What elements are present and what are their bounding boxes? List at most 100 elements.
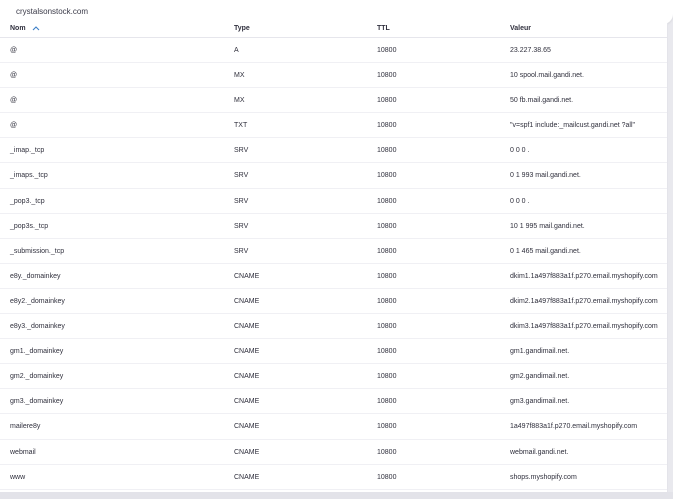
record-name: _imap._tcp <box>10 147 45 155</box>
record-ttl: 10800 <box>377 423 397 431</box>
record-type: CNAME <box>234 448 260 456</box>
record-name: mailere8y <box>10 423 41 431</box>
column-header-type[interactable]: Type <box>234 25 250 32</box>
record-ttl: 10800 <box>377 297 397 305</box>
record-value: 0 1 993 mail.gandi.net. <box>510 172 581 180</box>
table-row[interactable]: _pop3s._tcp SRV 10800 10 1 995 mail.gandi.n… <box>0 214 667 239</box>
record-ttl: 10800 <box>377 222 397 230</box>
record-name: e8y2._domainkey <box>10 297 65 305</box>
column-header-value[interactable]: Valeur <box>510 25 531 32</box>
record-name: _pop3s._tcp <box>10 222 49 230</box>
record-ttl: 10800 <box>377 247 397 255</box>
table-row[interactable]: _submission._tcp SRV 10800 0 1 465 mail.gan… <box>0 239 667 264</box>
record-value: gm3.gandimail.net. <box>510 398 570 406</box>
record-value: dkim3.1a497f883a1f.p270.email.myshopify.… <box>510 323 658 331</box>
table-row[interactable]: @ MX 10800 10 spool.mail.gandi.net. <box>0 63 667 89</box>
record-value: 23.227.38.65 <box>510 47 551 54</box>
table-row[interactable]: mailere8y CNAME 10800 1a497f883a1f.p270.ema… <box>0 414 667 440</box>
table-row[interactable]: gm2._domainkey CNAME 10800 gm2.gandimail.ne… <box>0 364 667 390</box>
table-row[interactable]: _imaps._tcp SRV 10800 0 1 993 mail.gandi.ne… <box>0 163 667 189</box>
record-type: SRV <box>234 197 249 205</box>
record-type: CNAME <box>234 423 260 431</box>
record-ttl: 10800 <box>377 348 397 356</box>
record-name: _pop3._tcp <box>10 197 45 205</box>
table-row[interactable]: _imap._tcp SRV 10800 0 0 0 . <box>0 138 667 164</box>
dns-records-page: crystalsonstock.com Nom Type TTL Valeur … <box>0 0 673 499</box>
record-value: shops.myshopify.com <box>510 473 577 481</box>
record-type: SRV <box>234 247 249 255</box>
record-type: CNAME <box>234 348 260 356</box>
table-row[interactable]: webmail CNAME 10800 webmail.gandi.net. <box>0 440 667 465</box>
record-value: gm2.gandimail.net. <box>510 373 570 381</box>
record-type: SRV <box>234 222 249 230</box>
record-value: dkim2.1a497f883a1f.p270.email.myshopify.… <box>510 297 658 305</box>
record-name: www <box>10 473 26 481</box>
column-header-name[interactable]: Nom <box>10 25 40 33</box>
record-type: CNAME <box>234 272 260 280</box>
record-value: gm1.gandimail.net. <box>510 348 570 356</box>
record-value: 1a497f883a1f.p270.email.myshopify.com <box>510 423 638 431</box>
record-type: SRV <box>234 147 249 155</box>
record-ttl: 10800 <box>377 147 397 155</box>
record-type: CNAME <box>234 323 260 331</box>
chevron-up-icon[interactable] <box>32 25 40 33</box>
column-header-ttl[interactable]: TTL <box>377 25 390 32</box>
record-name: e8y._domainkey <box>10 272 61 280</box>
record-type: CNAME <box>234 473 260 481</box>
domain-header: crystalsonstock.com <box>0 0 673 24</box>
record-ttl: 10800 <box>377 373 397 381</box>
table-row[interactable]: gm1._domainkey CNAME 10800 gm1.gandimail.ne… <box>0 339 667 365</box>
record-value: 10 spool.mail.gandi.net. <box>510 72 584 80</box>
table-row[interactable]: @ A 10800 23.227.38.65 <box>0 38 667 64</box>
table-row[interactable]: e8y._domainkey CNAME 10800 dkim1.1a497f883a… <box>0 264 667 289</box>
table-row[interactable]: _pop3._tcp SRV 10800 0 0 0 . <box>0 189 667 214</box>
table-row[interactable]: gm3._domainkey CNAME 10800 gm3.gandimail.ne… <box>0 389 667 415</box>
record-name: @ <box>10 122 18 130</box>
record-value: 0 0 0 . <box>510 147 530 155</box>
domain-name: crystalsonstock.com <box>16 7 89 16</box>
record-name: gm1._domainkey <box>10 348 64 356</box>
table-row[interactable]: e8y3._domainkey CNAME 10800 dkim3.1a497f883… <box>0 314 667 340</box>
dns-records-table: Nom Type TTL Valeur @ A 10800 23.227.38.65 @… <box>0 23 668 493</box>
record-name: _submission._tcp <box>10 247 65 255</box>
record-type: CNAME <box>234 398 260 406</box>
record-name: @ <box>10 97 18 105</box>
record-type: SRV <box>234 172 249 180</box>
record-type: A <box>234 47 239 54</box>
record-value: "v=spf1 include:_mailcust.gandi.net ?all… <box>510 122 636 130</box>
table-row[interactable]: @ TXT 10800 "v=spf1 include:_mailcust.gandi… <box>0 113 667 139</box>
record-name: webmail <box>10 448 36 456</box>
record-value: 0 0 0 . <box>510 197 530 205</box>
column-header-name-label: Nom <box>10 25 26 32</box>
record-ttl: 10800 <box>377 323 397 331</box>
record-ttl: 10800 <box>377 197 397 205</box>
table-row[interactable]: e8y2._domainkey CNAME 10800 dkim2.1a497f883… <box>0 289 667 315</box>
record-ttl: 10800 <box>377 122 397 130</box>
record-ttl: 10800 <box>377 97 397 105</box>
table-header: Nom Type TTL Valeur <box>0 23 667 38</box>
record-ttl: 10800 <box>377 47 397 54</box>
record-type: MX <box>234 97 245 105</box>
record-type: CNAME <box>234 297 260 305</box>
record-type: CNAME <box>234 373 260 381</box>
record-ttl: 10800 <box>377 448 397 456</box>
horizontal-scrollbar[interactable] <box>0 492 673 499</box>
table-row[interactable]: @ MX 10800 50 fb.mail.gandi.net. <box>0 88 667 114</box>
record-ttl: 10800 <box>377 72 397 80</box>
table-body: @ A 10800 23.227.38.65 @ MX 10800 10 spool.mail… <box>0 38 667 490</box>
table-row[interactable]: www CNAME 10800 shops.myshopify.com <box>0 465 667 490</box>
record-type: TXT <box>234 122 248 130</box>
record-type: MX <box>234 72 245 80</box>
record-name: e8y3._domainkey <box>10 323 65 331</box>
record-ttl: 10800 <box>377 473 397 481</box>
record-name: _imaps._tcp <box>10 172 48 180</box>
record-value: 50 fb.mail.gandi.net. <box>510 97 574 105</box>
record-value: dkim1.1a497f883a1f.p270.email.myshopify.… <box>510 272 658 280</box>
record-ttl: 10800 <box>377 398 397 406</box>
record-ttl: 10800 <box>377 272 397 280</box>
record-value: webmail.gandi.net. <box>510 448 569 456</box>
record-name: @ <box>10 47 18 54</box>
record-ttl: 10800 <box>377 172 397 180</box>
record-name: gm2._domainkey <box>10 373 64 381</box>
record-name: @ <box>10 72 18 80</box>
